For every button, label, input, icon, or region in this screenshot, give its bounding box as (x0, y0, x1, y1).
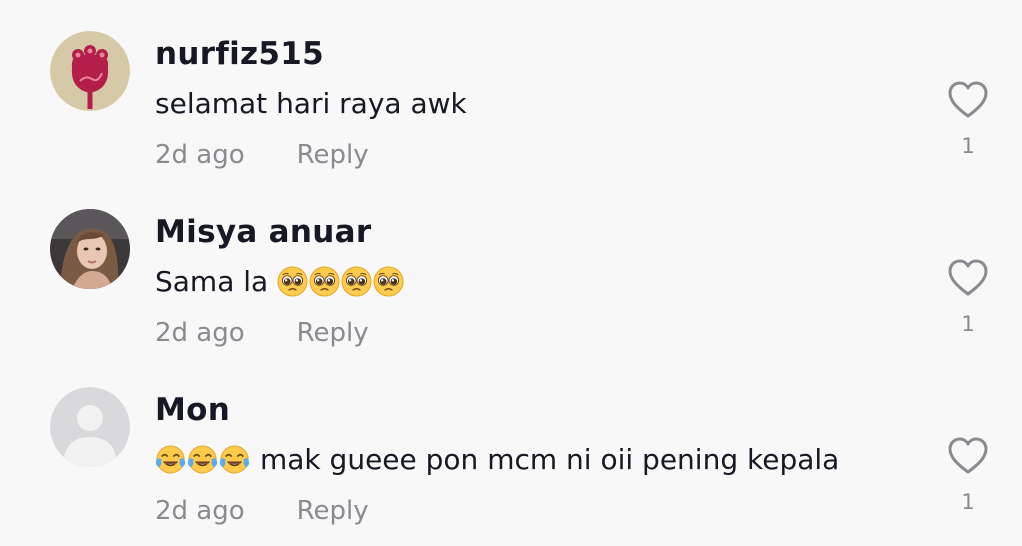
comment-meta: 2d ago Reply (155, 140, 369, 170)
comment-item: nurfiz515 selamat hari raya awk 2d ago Re… (0, 0, 1022, 178)
like-count: 1 (961, 312, 975, 336)
heart-outline-icon (948, 81, 988, 118)
comment-text: Sama la (155, 264, 269, 298)
pleading-face-icon (309, 265, 340, 297)
photo-avatar-icon (50, 209, 130, 289)
red-flower-avatar-icon (50, 31, 130, 111)
avatar[interactable] (50, 209, 130, 289)
comment-timestamp: 2d ago (155, 318, 245, 348)
like-button[interactable] (947, 436, 989, 476)
comment-text-line: selamat hari raya awk (155, 85, 467, 121)
comment-text: selamat hari raya awk (155, 86, 467, 120)
comment-text-line: mak gueee pon mcm ni oii pening kepala (155, 441, 839, 477)
comment-item: Mon mak gueee pon mcm ni oii pening kepa… (0, 356, 1022, 534)
heart-outline-icon (948, 259, 988, 296)
tears-of-joy-face-icon (187, 444, 218, 475)
avatar[interactable] (50, 31, 130, 111)
comment-username[interactable]: Misya anuar (155, 214, 371, 250)
reply-button[interactable]: Reply (297, 318, 369, 348)
pleading-face-icon (277, 265, 308, 297)
like-count: 1 (961, 134, 975, 158)
reply-button[interactable]: Reply (297, 140, 369, 170)
comment-meta: 2d ago Reply (155, 318, 369, 348)
comment-username[interactable]: nurfiz515 (155, 36, 324, 72)
comment-text: mak gueee pon mcm ni oii pening kepala (260, 442, 840, 476)
pleading-face-icon (341, 265, 372, 297)
reply-button[interactable]: Reply (297, 496, 369, 526)
default-person-icon (50, 387, 130, 467)
like-count: 1 (961, 490, 975, 514)
tears-of-joy-face-icon (155, 444, 186, 475)
comment-item: Misya anuar Sama la 2d ago Reply 1 (0, 178, 1022, 356)
comment-timestamp: 2d ago (155, 140, 245, 170)
like-button[interactable] (947, 258, 989, 298)
pleading-face-icon (373, 265, 404, 297)
avatar[interactable] (50, 387, 130, 467)
tears-of-joy-face-icon (219, 444, 250, 475)
comment-meta: 2d ago Reply (155, 496, 369, 526)
like-button[interactable] (947, 80, 989, 120)
comment-timestamp: 2d ago (155, 496, 245, 526)
comment-username[interactable]: Mon (155, 392, 230, 428)
heart-outline-icon (948, 437, 988, 474)
comment-text-line: Sama la (155, 263, 405, 299)
comment-list: nurfiz515 selamat hari raya awk 2d ago Re… (0, 0, 1022, 546)
